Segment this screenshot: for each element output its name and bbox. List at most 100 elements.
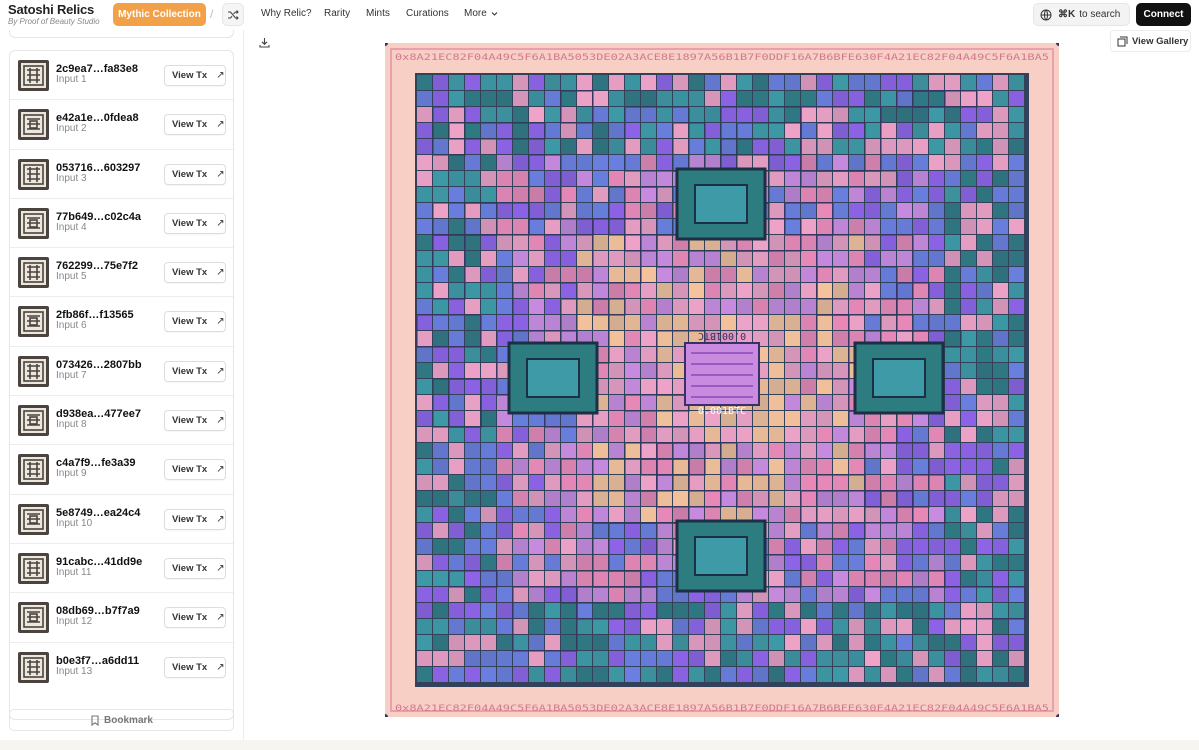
artwork-center-label: 0.001BTC (698, 406, 746, 417)
bookmark-label: Bookmark (104, 714, 153, 726)
view-tx-label: View Tx (172, 661, 208, 673)
input-label: Input 8 (56, 419, 87, 431)
view-tx-label: View Tx (172, 168, 208, 180)
external-link-icon: ↗ (216, 661, 225, 673)
input-row: 762299…75e7f2 Input 5 View Tx ↗ (10, 248, 233, 298)
shuffle-button[interactable] (222, 3, 244, 26)
external-link-icon: ↗ (216, 464, 225, 476)
view-tx-button[interactable]: View Tx ↗ (164, 212, 226, 234)
input-row: 2c9ea7…fa83e8 Input 1 View Tx ↗ (10, 51, 233, 101)
nav-curations[interactable]: Curations (406, 8, 449, 19)
external-link-icon: ↗ (216, 267, 225, 279)
external-link-icon: ↗ (216, 119, 225, 131)
external-link-icon: ↗ (216, 513, 225, 525)
nav-rarity[interactable]: Rarity (324, 8, 350, 19)
input-thumbnail (18, 207, 49, 239)
external-link-icon: ↗ (216, 562, 225, 574)
nav-why-relic[interactable]: Why Relic? (261, 8, 312, 19)
collection-button[interactable]: Mythic Collection (113, 3, 206, 26)
view-tx-button[interactable]: View Tx ↗ (164, 410, 226, 432)
artwork-viewer: View Gallery 0.001BTC 0.001BTC 0x8A21EC82F… (245, 30, 1199, 740)
input-label: Input 9 (56, 468, 87, 480)
inputs-list: 2c9ea7…fa83e8 Input 1 View Tx ↗ e42a1e…0fdea… (9, 50, 234, 720)
globe-search-icon (1040, 9, 1052, 20)
input-row: d938ea…477ee7 Input 8 View Tx ↗ (10, 396, 233, 446)
nav-more-label: More (464, 8, 487, 19)
input-label: Input 2 (56, 123, 87, 135)
input-row: 053716…603297 Input 3 View Tx ↗ (10, 150, 233, 199)
input-thumbnail (18, 306, 49, 338)
external-link-icon: ↗ (216, 217, 225, 229)
input-label: Input 13 (56, 665, 93, 677)
view-tx-label: View Tx (172, 267, 208, 279)
input-row: 5e8749…ea24c4 Input 10 View Tx ↗ (10, 495, 233, 544)
page-footer-strip (0, 740, 1199, 750)
view-tx-label: View Tx (172, 217, 208, 229)
download-button[interactable] (255, 33, 273, 51)
download-icon (258, 37, 270, 48)
input-label: Input 6 (56, 320, 87, 332)
input-row: e42a1e…0fdea8 Input 2 View Tx ↗ (10, 100, 233, 150)
app-subtitle: By Proof of Beauty Studio (8, 17, 100, 26)
input-thumbnail (18, 602, 49, 634)
view-tx-button[interactable]: View Tx ↗ (164, 557, 226, 579)
input-label: Input 5 (56, 271, 87, 283)
view-tx-button[interactable]: View Tx ↗ (164, 262, 226, 284)
view-tx-label: View Tx (172, 415, 208, 427)
input-thumbnail (18, 60, 49, 91)
input-label: Input 10 (56, 517, 93, 529)
external-link-icon: ↗ (216, 612, 225, 624)
connect-wallet-button[interactable]: Connect (1136, 3, 1191, 26)
input-label: Input 11 (56, 566, 92, 578)
view-tx-button[interactable]: View Tx ↗ (164, 65, 226, 86)
input-label: Input 7 (56, 369, 87, 381)
input-row: 91cabc…41dd9e Input 11 View Tx ↗ (10, 544, 233, 594)
input-thumbnail (18, 651, 49, 683)
artwork-center-label-top: 0.001BTC (698, 330, 746, 341)
gallery-icon (1117, 36, 1128, 46)
view-tx-label: View Tx (172, 119, 208, 131)
view-tx-label: View Tx (172, 562, 208, 574)
input-thumbnail (18, 355, 49, 387)
artwork-border-hex-bottom: 0x8A21EC82F04A49C5F6A1BA5053DE02A3ACE8E1… (395, 704, 1049, 714)
view-tx-button[interactable]: View Tx ↗ (164, 508, 226, 530)
artwork-border-hex-top: 0x8A21EC82F04A49C5F6A1BA5053DE02A3ACE8E1… (395, 53, 1049, 63)
view-tx-button[interactable]: View Tx ↗ (164, 163, 226, 185)
bookmark-icon (91, 714, 99, 726)
view-tx-button[interactable]: View Tx ↗ (164, 360, 226, 382)
relic-artwork[interactable]: 0.001BTC 0.001BTC 0x8A21EC82F04A49C5F6A1BA… (385, 43, 1059, 717)
input-thumbnail (18, 405, 49, 437)
external-link-icon: ↗ (216, 316, 225, 328)
view-tx-label: View Tx (172, 365, 208, 377)
app-title: Satoshi Relics (8, 2, 95, 17)
input-thumbnail (18, 158, 49, 190)
breadcrumb-separator: / (210, 7, 214, 21)
input-thumbnail (18, 503, 49, 535)
search-button[interactable]: ⌘K to search (1033, 3, 1130, 26)
input-row: b0e3f7…a6dd11 Input 13 View Tx ↗ (10, 643, 233, 692)
input-label: Input 4 (56, 221, 87, 233)
input-row: 08db69…b7f7a9 Input 12 View Tx ↗ (10, 593, 233, 643)
view-tx-button[interactable]: View Tx ↗ (164, 114, 226, 136)
bookmark-button[interactable]: Bookmark (9, 709, 234, 731)
search-label: to search (1079, 9, 1121, 20)
app-logo[interactable]: Satoshi Relics By Proof of Beauty Studio (8, 2, 118, 27)
sidebar-panel-top (9, 30, 234, 38)
nav-mints[interactable]: Mints (366, 8, 390, 19)
view-tx-button[interactable]: View Tx ↗ (164, 607, 226, 629)
external-link-icon: ↗ (216, 168, 225, 180)
view-tx-label: View Tx (172, 316, 208, 328)
top-navigation-bar: Satoshi Relics By Proof of Beauty Studio… (0, 0, 1199, 30)
input-label: Input 1 (56, 74, 87, 85)
view-gallery-button[interactable]: View Gallery (1110, 30, 1191, 52)
view-tx-label: View Tx (172, 513, 208, 525)
input-label: Input 12 (56, 616, 93, 628)
nav-more[interactable]: More (464, 8, 499, 19)
inputs-sidebar: 2c9ea7…fa83e8 Input 1 View Tx ↗ e42a1e…0fdea… (0, 30, 244, 740)
view-tx-button[interactable]: View Tx ↗ (164, 656, 226, 678)
view-tx-button[interactable]: View Tx ↗ (164, 311, 226, 333)
input-row: c4a7f9…fe3a39 Input 9 View Tx ↗ (10, 445, 233, 495)
input-row: 073426…2807bb Input 7 View Tx ↗ (10, 347, 233, 397)
view-tx-button[interactable]: View Tx ↗ (164, 459, 226, 481)
input-row: 2fb86f…f13565 Input 6 View Tx ↗ (10, 297, 233, 347)
